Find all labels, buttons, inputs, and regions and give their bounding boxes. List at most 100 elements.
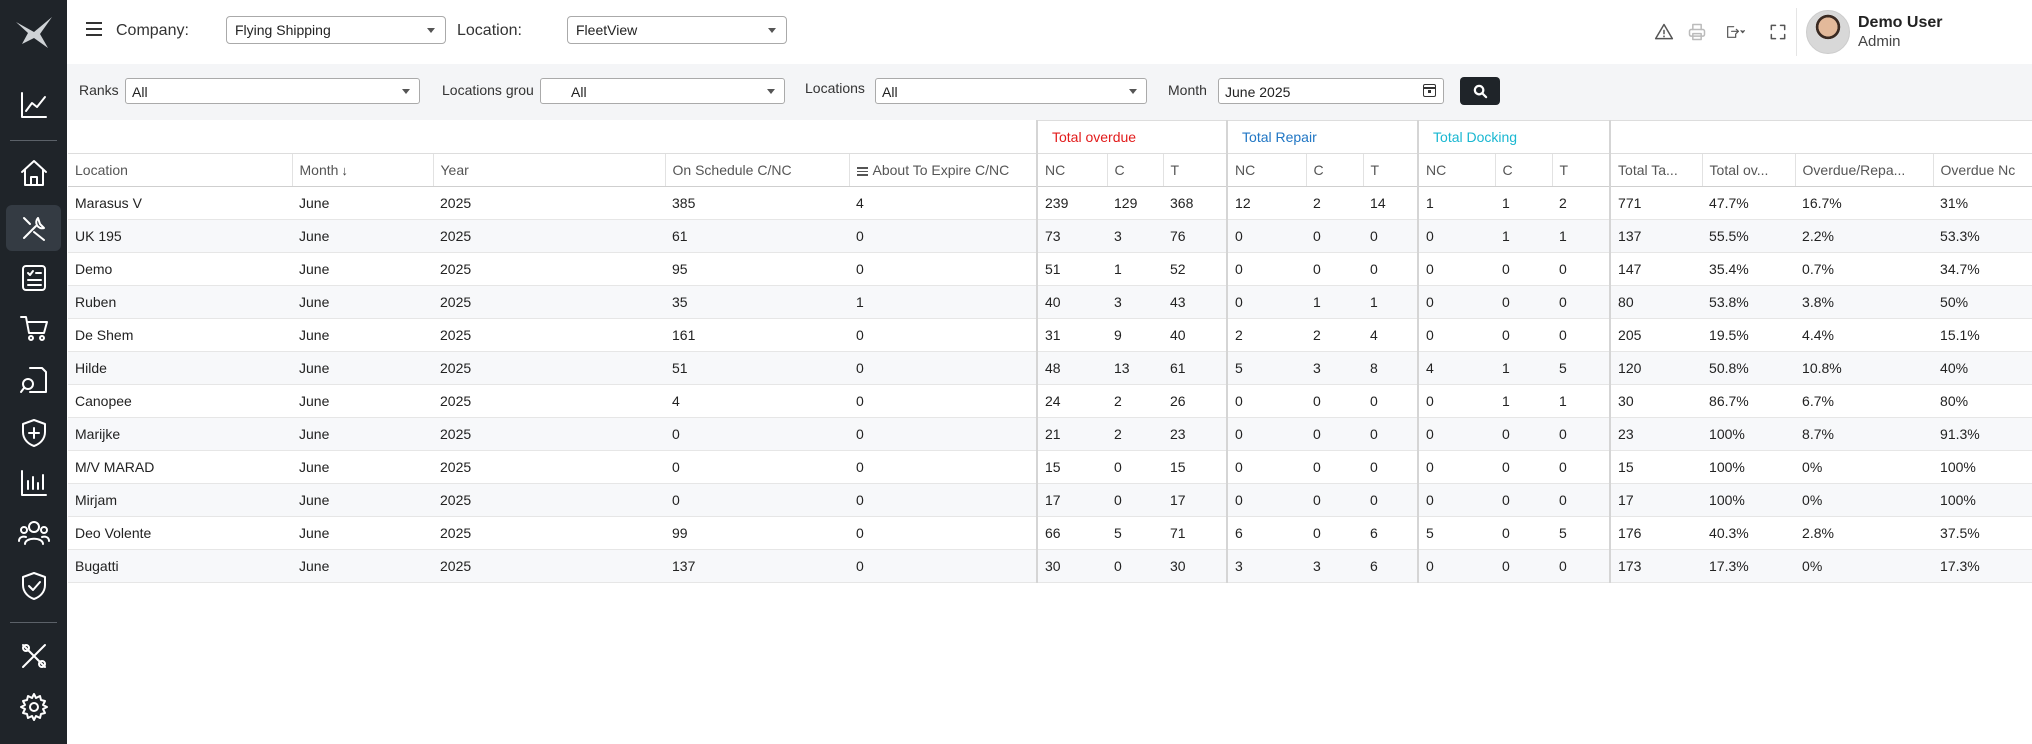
table-row[interactable]: Deo Volente June 2025 99 0 66 5 71 6 0 6 5 0 5 176 40.3… xyxy=(68,516,2032,550)
cart-icon[interactable] xyxy=(0,305,67,351)
col-overdue-c[interactable]: C xyxy=(1106,153,1163,187)
shield-plus-icon[interactable] xyxy=(0,410,67,456)
col-docking-t[interactable]: T xyxy=(1551,153,1611,187)
cell-month: June xyxy=(292,549,433,583)
search-icon xyxy=(1473,84,1487,98)
cell-docking-nc: 0 xyxy=(1417,483,1496,517)
search-button[interactable] xyxy=(1460,77,1500,105)
cell-docking-t: 0 xyxy=(1552,483,1611,517)
chart-line-icon[interactable] xyxy=(0,82,67,128)
fullscreen-icon[interactable] xyxy=(1766,20,1790,44)
col-repair-c[interactable]: C xyxy=(1305,153,1364,187)
col-total-overdue-pct[interactable]: Total ov... xyxy=(1701,153,1796,187)
chevron-down-icon xyxy=(768,28,776,33)
document-search-icon[interactable] xyxy=(0,357,67,403)
col-year[interactable]: Year xyxy=(432,153,665,187)
cell-total-overdue-pct: 100% xyxy=(1702,450,1796,484)
gear-icon[interactable] xyxy=(0,684,67,730)
company-select[interactable]: Flying Shipping xyxy=(226,16,446,44)
table-row[interactable]: UK 195 June 2025 61 0 73 3 76 0 0 0 0 1 1 137 55.5% 2.2%… xyxy=(68,219,2032,253)
top-header: Company: Flying Shipping Location: Fleet… xyxy=(67,0,2032,64)
col-month-label: Month xyxy=(299,162,339,178)
col-on-schedule-label: On Schedule C/NC xyxy=(672,162,792,178)
sort-down-icon[interactable]: ↓ xyxy=(341,163,348,178)
col-docking-nc[interactable]: NC xyxy=(1417,153,1496,187)
cell-location: Demo xyxy=(68,252,292,286)
cell-overdue-nc-pct: 91.3% xyxy=(1933,417,2032,451)
home-icon[interactable] xyxy=(0,150,67,196)
export-icon[interactable] xyxy=(1718,20,1752,44)
cell-overdue-nc: 24 xyxy=(1036,384,1107,418)
calendar-icon[interactable] xyxy=(1423,84,1436,97)
table-row[interactable]: Marasus V June 2025 385 4 239 129 368 12 2 14 1 1 2 77… xyxy=(68,186,2032,220)
user-name: Demo User xyxy=(1858,14,1943,31)
wrench-screwdriver-icon[interactable] xyxy=(0,633,67,679)
col-month[interactable]: Month ↓ xyxy=(291,153,433,187)
col-overdue-repair[interactable]: Overdue/Repa... xyxy=(1794,153,1934,187)
cell-on-schedule: 61 xyxy=(665,219,849,253)
cell-overdue-t: 26 xyxy=(1163,384,1228,418)
cell-month: June xyxy=(292,219,433,253)
menu-icon[interactable] xyxy=(86,22,102,36)
cell-overdue-t: 76 xyxy=(1163,219,1228,253)
table-row[interactable]: M/V MARAD June 2025 0 0 15 0 15 0 0 0 0 0 0 15 100% 0% 10… xyxy=(68,450,2032,484)
cell-year: 2025 xyxy=(433,417,665,451)
location-select[interactable]: FleetView xyxy=(567,16,787,44)
ranks-select-value: All xyxy=(132,84,148,100)
table-row[interactable]: Mirjam June 2025 0 0 17 0 17 0 0 0 0 0 0 17 100% 0% 100% xyxy=(68,483,2032,517)
cell-docking-nc: 0 xyxy=(1417,285,1496,319)
cell-overdue-nc: 51 xyxy=(1036,252,1107,286)
cell-year: 2025 xyxy=(433,450,665,484)
logo-bird-icon[interactable] xyxy=(0,0,67,64)
col-docking-c[interactable]: C xyxy=(1494,153,1553,187)
col-total-tasks[interactable]: Total Ta... xyxy=(1609,153,1703,187)
col-overdue-nc[interactable]: NC xyxy=(1036,153,1107,187)
col-overdue-nc-pct[interactable]: Overdue Nc xyxy=(1932,153,2032,187)
print-icon[interactable] xyxy=(1685,20,1709,44)
table-row[interactable]: Bugatti June 2025 137 0 30 0 30 3 3 6 0 0 0 173 17.3% 0%… xyxy=(68,549,2032,583)
col-overdue-repair-label: Overdue/Repa... xyxy=(1802,162,1906,178)
cell-about-to-expire: 0 xyxy=(849,351,1037,385)
cell-year: 2025 xyxy=(433,483,665,517)
table-row[interactable]: Ruben June 2025 35 1 40 3 43 0 1 1 0 0 0 80 53.8% 3.8% 50… xyxy=(68,285,2032,319)
cell-docking-nc: 0 xyxy=(1417,318,1496,352)
col-repair-nc[interactable]: NC xyxy=(1226,153,1307,187)
column-menu-icon[interactable] xyxy=(856,166,868,176)
cell-month: June xyxy=(292,384,433,418)
table-row[interactable]: Demo June 2025 95 0 51 1 52 0 0 0 0 0 0 147 35.4% 0.7% 34… xyxy=(68,252,2032,286)
cell-repair-c: 2 xyxy=(1306,318,1364,352)
col-location[interactable]: Location xyxy=(68,153,292,187)
avatar[interactable] xyxy=(1806,10,1850,54)
cell-overdue-nc-pct: 53.3% xyxy=(1933,219,2032,253)
table-row[interactable]: Canopee June 2025 4 0 24 2 26 0 0 0 0 1 1 30 86.7% 6.7% 8… xyxy=(68,384,2032,418)
tools-icon[interactable] xyxy=(6,205,61,251)
cell-month: June xyxy=(292,450,433,484)
users-icon[interactable] xyxy=(0,510,67,556)
col-repair-t[interactable]: T xyxy=(1362,153,1419,187)
month-picker[interactable]: June 2025 xyxy=(1218,78,1444,104)
cell-month: June xyxy=(292,186,433,220)
cell-year: 2025 xyxy=(433,186,665,220)
cell-overdue-c: 3 xyxy=(1107,219,1163,253)
cell-on-schedule: 35 xyxy=(665,285,849,319)
col-about-to-expire[interactable]: About To Expire C/NC xyxy=(848,153,1037,187)
shield-check-icon[interactable] xyxy=(0,563,67,609)
table-row[interactable]: Marijke June 2025 0 0 21 2 23 0 0 0 0 0 0 23 100% 8.7% 91… xyxy=(68,417,2032,451)
chevron-down-icon xyxy=(402,89,410,94)
col-overdue-t[interactable]: T xyxy=(1162,153,1228,187)
checklist-icon[interactable] xyxy=(0,255,67,301)
cell-repair-t: 0 xyxy=(1363,219,1419,253)
report-table-container[interactable]: Total overdue Total Repair Total Docking… xyxy=(68,120,2032,744)
location-groups-select[interactable]: All xyxy=(540,78,785,104)
bar-chart-icon[interactable] xyxy=(0,460,67,506)
sidebar xyxy=(0,0,67,744)
cell-overdue-nc: 66 xyxy=(1036,516,1107,550)
cell-on-schedule: 385 xyxy=(665,186,849,220)
sidebar-divider xyxy=(10,140,57,141)
col-on-schedule[interactable]: On Schedule C/NC xyxy=(664,153,849,187)
table-row[interactable]: De Shem June 2025 161 0 31 9 40 2 2 4 0 0 0 205 19.5% 4.… xyxy=(68,318,2032,352)
table-row[interactable]: Hilde June 2025 51 0 48 13 61 5 3 8 4 1 5 120 50.8% 10.8… xyxy=(68,351,2032,385)
ranks-select[interactable]: All xyxy=(125,78,420,104)
locations-select[interactable]: All xyxy=(875,78,1147,104)
warning-icon[interactable] xyxy=(1652,20,1676,44)
